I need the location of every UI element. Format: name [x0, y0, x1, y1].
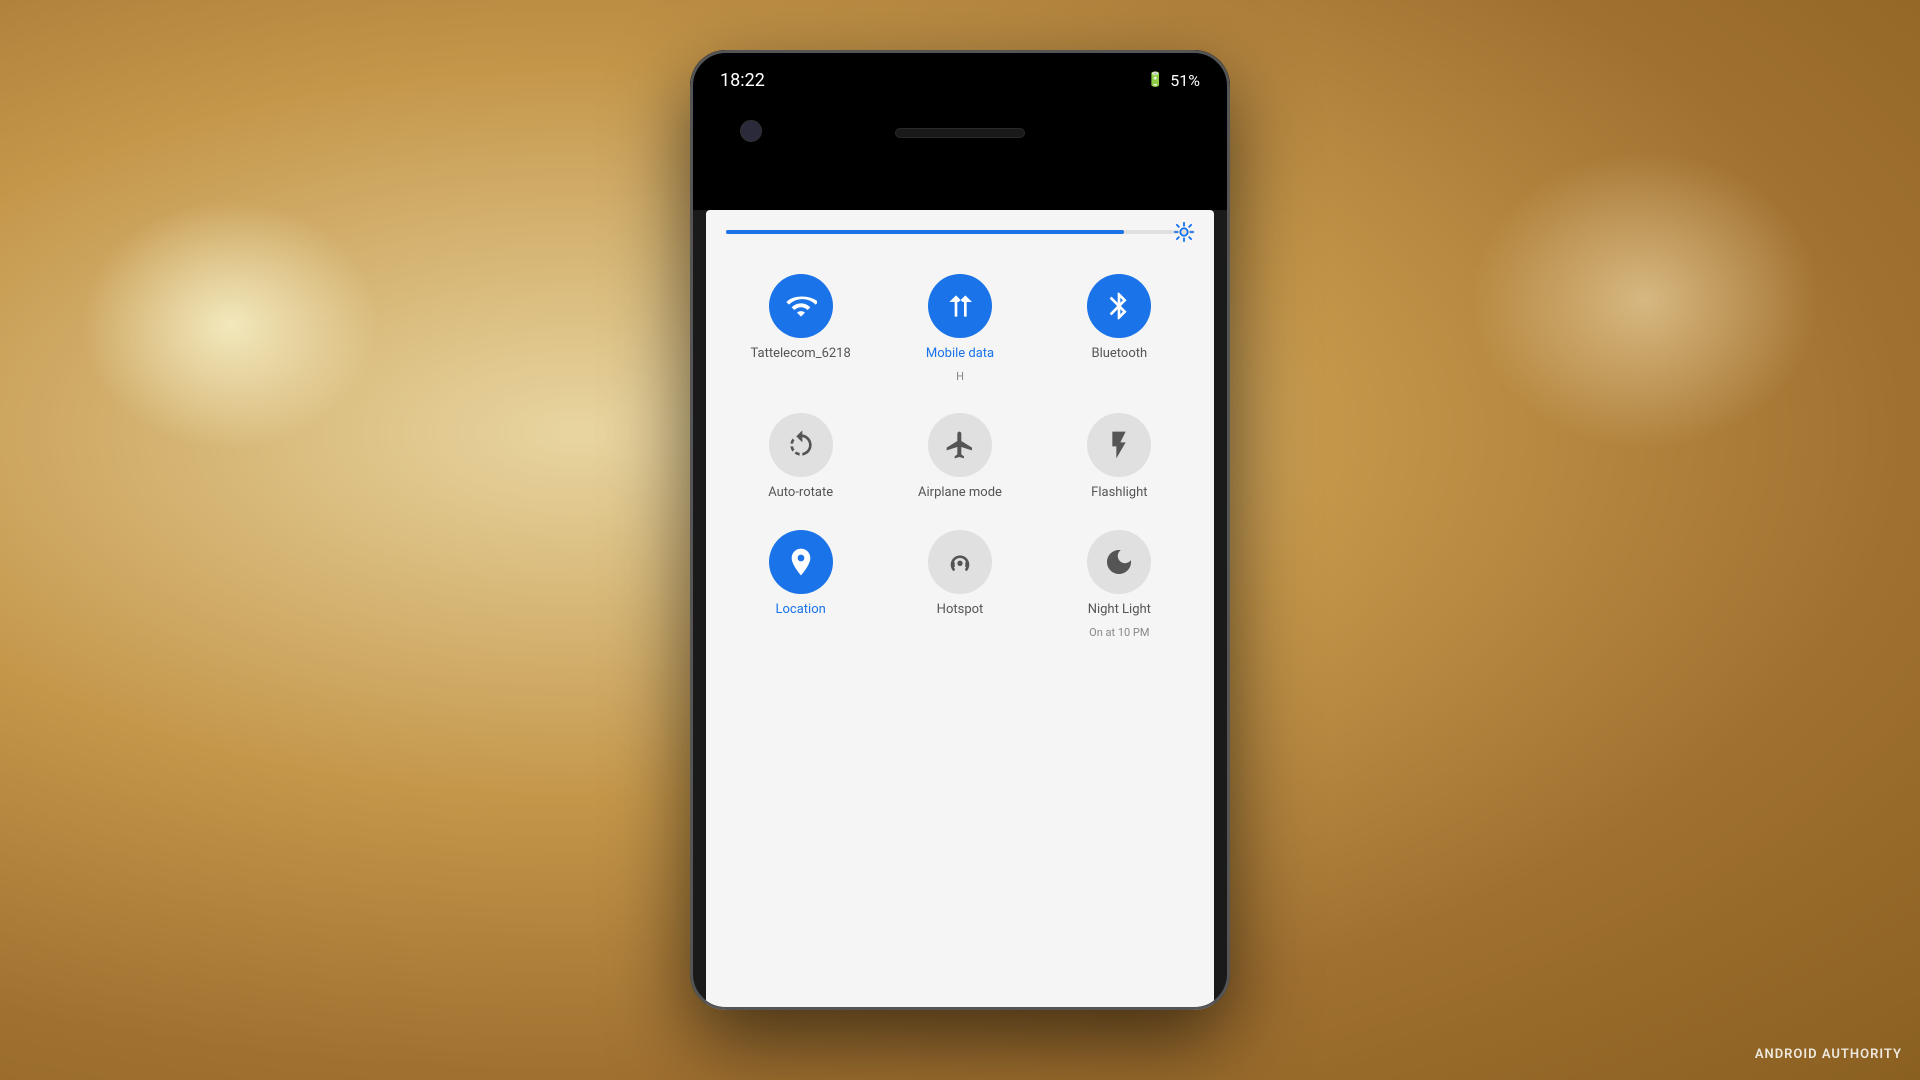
bluetooth-label: Bluetooth: [1091, 346, 1147, 362]
flashlight-label: Flashlight: [1091, 485, 1147, 501]
night-light-label: Night Light: [1088, 602, 1151, 618]
hotspot-icon-circle: [928, 530, 992, 594]
bluetooth-icon-circle: [1087, 274, 1151, 338]
night-light-sublabel: On at 10 PM: [1089, 626, 1149, 639]
night-light-icon-circle: [1087, 530, 1151, 594]
auto-rotate-label: Auto-rotate: [768, 485, 833, 501]
tile-flashlight[interactable]: Flashlight: [1045, 403, 1194, 511]
hotspot-label: Hotspot: [937, 602, 984, 618]
battery-percent: 51%: [1170, 71, 1200, 90]
tile-airplane-mode[interactable]: Airplane mode: [885, 403, 1034, 511]
camera: [740, 120, 762, 142]
brightness-fill: [726, 230, 1124, 234]
status-right: 🔋 51%: [1147, 71, 1200, 90]
location-icon-circle: [769, 530, 833, 594]
status-time: 18:22: [720, 70, 765, 91]
flashlight-icon-circle: [1087, 413, 1151, 477]
quick-settings-panel: Tattelecom_6218 Mobile data H: [706, 210, 1214, 1010]
wifi-icon-circle: [769, 274, 833, 338]
brightness-thumb: [1172, 220, 1196, 244]
tile-wifi[interactable]: Tattelecom_6218: [726, 264, 875, 393]
phone: 18:22 🔋 51%: [690, 50, 1230, 1010]
mobile-data-label: Mobile data: [926, 346, 994, 362]
speaker: [895, 128, 1025, 138]
airplane-icon-circle: [928, 413, 992, 477]
mobile-data-sublabel: H: [956, 370, 964, 383]
brightness-row[interactable]: [726, 230, 1194, 234]
tiles-grid: Tattelecom_6218 Mobile data H: [726, 264, 1194, 649]
wifi-label: Tattelecom_6218: [751, 346, 851, 362]
status-bar: 18:22 🔋 51%: [690, 50, 1230, 110]
tile-location[interactable]: Location: [726, 520, 875, 649]
scene: 18:22 🔋 51%: [0, 0, 1920, 1080]
tile-night-light[interactable]: Night Light On at 10 PM: [1045, 520, 1194, 649]
battery-icon: 🔋: [1147, 72, 1164, 88]
tile-mobile-data[interactable]: Mobile data H: [885, 264, 1034, 393]
auto-rotate-icon-circle: [769, 413, 833, 477]
tile-hotspot[interactable]: Hotspot: [885, 520, 1034, 649]
tile-auto-rotate[interactable]: Auto-rotate: [726, 403, 875, 511]
airplane-mode-label: Airplane mode: [918, 485, 1002, 501]
location-label: Location: [776, 602, 826, 618]
brightness-track[interactable]: [726, 230, 1194, 234]
tile-bluetooth[interactable]: Bluetooth: [1045, 264, 1194, 393]
mobile-data-icon-circle: [928, 274, 992, 338]
